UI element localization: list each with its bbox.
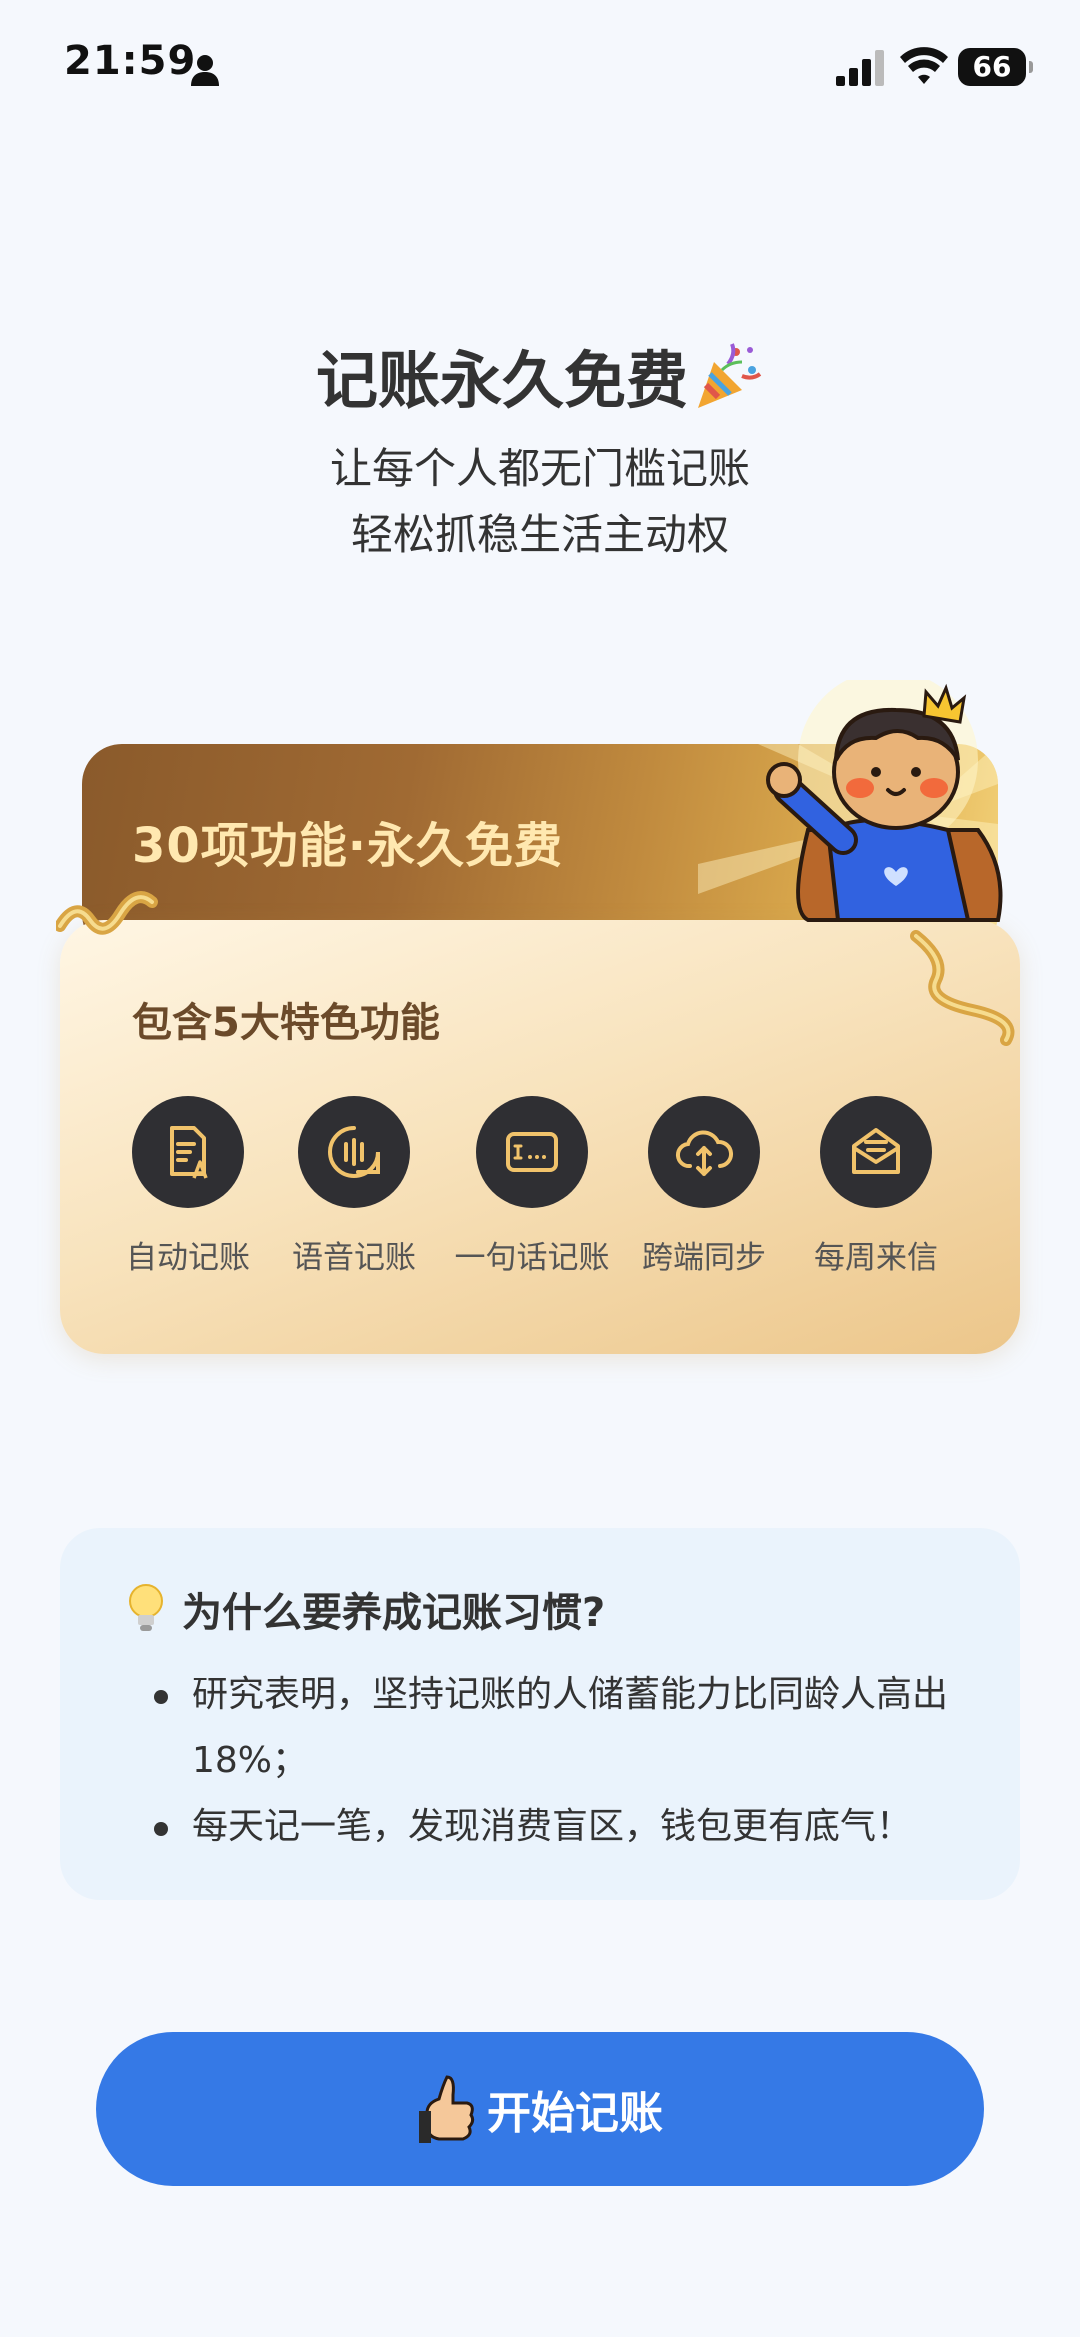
start-bookkeeping-button[interactable]: 开始记账: [96, 2032, 984, 2186]
battery-icon: 66: [958, 48, 1033, 86]
voice-icon: [328, 1126, 380, 1178]
list-item: 每天记一笔，发现消费盲区，钱包更有底气！: [130, 1794, 980, 1860]
page-subtitle: 让每个人都无门槛记账 轻松抓稳生活主动权: [0, 436, 1080, 568]
app-screen: 21:59 66 记账永久免费 让每个人都无门槛记账 轻松抓稳生活主动权 30项…: [0, 0, 1080, 2337]
status-bar: 21:59 66: [0, 0, 1080, 130]
habit-tips-title: 为什么要养成记账习惯?: [124, 1580, 605, 1638]
list-item: 研究表明，坚持记账的人储蓄能力比同龄人高出18%；: [130, 1662, 980, 1794]
habit-tips-list: 研究表明，坚持记账的人储蓄能力比同龄人高出18%； 每天记一笔，发现消费盲区，钱…: [130, 1662, 980, 1860]
page-title-text: 记账永久免费: [315, 344, 688, 417]
feature-label: 每周来信: [814, 1240, 938, 1276]
mascot-illustration: [766, 680, 1003, 922]
subtitle-line-1: 让每个人都无门槛记账: [329, 444, 750, 493]
feature-list: 自动记账 语音记账 一句话记账 跨端同步 每周来信: [60, 1096, 1020, 1296]
start-button-label: 开始记账: [487, 2089, 663, 2138]
status-time: 21:59: [64, 38, 197, 84]
banner-text: 30项功能·永久免费: [132, 818, 564, 874]
feature-cross-device-sync[interactable]: 跨端同步: [604, 1096, 804, 1277]
ribbon-decoration-right: [910, 930, 1015, 1046]
feature-weekly-letter[interactable]: 每周来信: [776, 1096, 976, 1277]
feature-label: 跨端同步: [642, 1240, 766, 1276]
thumbs-up-icon: [419, 2075, 475, 2143]
feature-card: 包含5大特色功能 自动记账 语音记账 一句话记账 跨端同步 每周来信: [60, 920, 1020, 1354]
subtitle-line-2: 轻松抓稳生活主动权: [350, 510, 729, 559]
feature-label: 一句话记账: [454, 1240, 610, 1276]
person-icon: [191, 55, 219, 86]
feature-voice-bookkeeping[interactable]: 语音记账: [254, 1096, 454, 1277]
wifi-icon: [900, 47, 948, 84]
signal-icon: [836, 50, 884, 86]
lightbulb-icon: [129, 1584, 163, 1631]
feature-section-title: 包含5大特色功能: [132, 1000, 440, 1046]
ribbon-decoration-left: [56, 891, 158, 935]
habit-tips-card: 为什么要养成记账习惯? 研究表明，坚持记账的人储蓄能力比同龄人高出18%； 每天…: [60, 1528, 1020, 1900]
text-input-icon: [506, 1132, 558, 1172]
feature-label: 语音记账: [292, 1240, 416, 1276]
party-popper-icon: [698, 343, 762, 408]
feature-sentence-bookkeeping[interactable]: 一句话记账: [432, 1096, 632, 1277]
page-title: 记账永久免费: [0, 330, 1080, 420]
habit-tips-title-text: 为什么要养成记账习惯?: [182, 1590, 606, 1636]
auto-document-icon: [170, 1126, 208, 1179]
cloud-sync-icon: [675, 1130, 733, 1176]
mail-icon: [852, 1128, 900, 1174]
